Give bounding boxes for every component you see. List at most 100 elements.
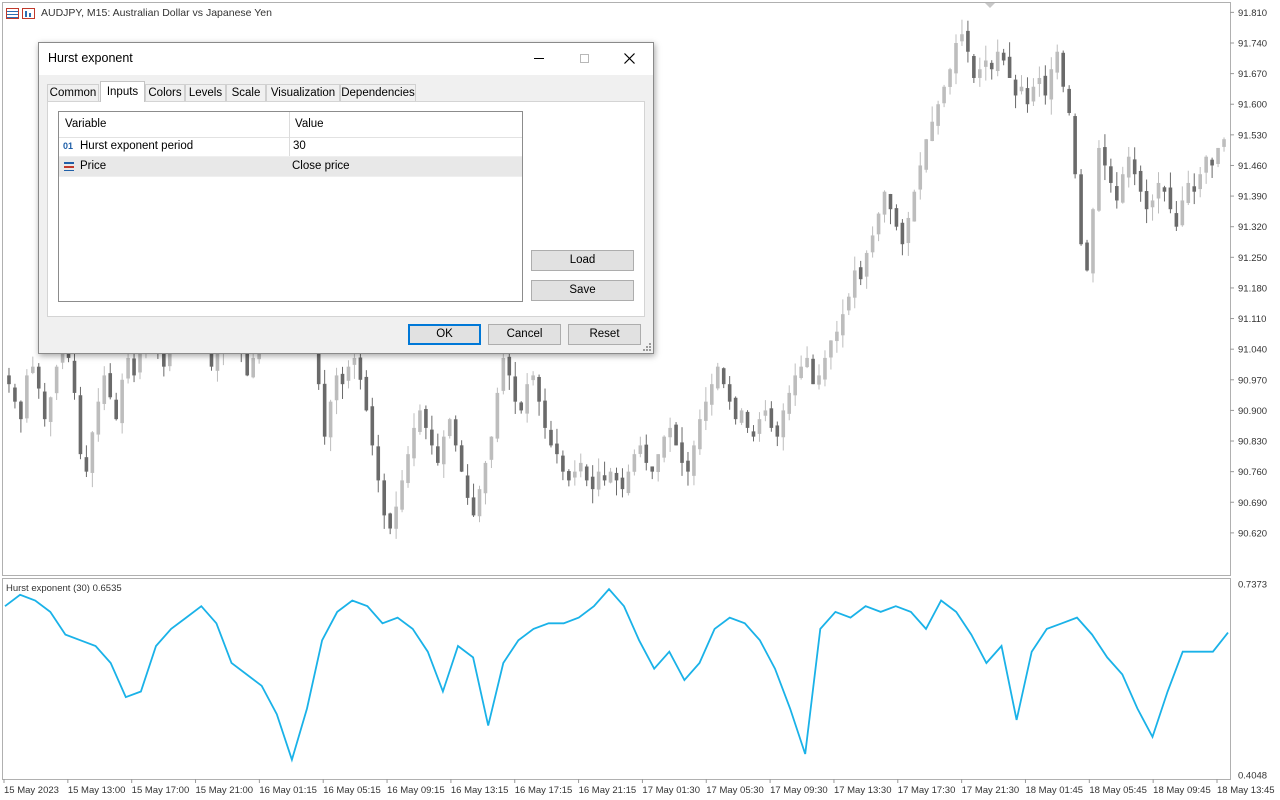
candle [936, 100, 940, 135]
candle [453, 415, 458, 452]
candle [1132, 147, 1137, 186]
candle [1031, 78, 1036, 106]
dialog-title-bar[interactable]: Hurst exponent [39, 43, 653, 75]
candle [626, 464, 631, 496]
chart-shift-marker[interactable] [985, 3, 995, 8]
candle [787, 385, 792, 421]
candle [465, 464, 470, 505]
candle [751, 425, 756, 442]
candle [686, 451, 690, 486]
cancel-button[interactable]: Cancel [488, 324, 561, 345]
candle [1043, 65, 1048, 105]
candle [489, 436, 494, 469]
candle [793, 363, 797, 406]
price-tick-label: 90.830 [1238, 437, 1267, 448]
tab-common[interactable]: Common [47, 84, 99, 101]
candle [590, 465, 595, 504]
price-tick-label: 91.740 [1238, 38, 1267, 49]
candle [322, 369, 327, 445]
input-value-period[interactable]: 30 [293, 140, 306, 152]
time-tick-label: 17 May 01:30 [642, 785, 700, 796]
input-row-price[interactable]: Price Close price [59, 157, 522, 177]
time-tick-label: 17 May 17:30 [898, 785, 956, 796]
candle [739, 408, 744, 426]
candle [1150, 194, 1155, 221]
candle [983, 45, 988, 81]
candle [900, 219, 905, 256]
candle [1085, 239, 1089, 272]
candle [36, 363, 41, 399]
resize-grip-icon[interactable] [642, 342, 652, 352]
candle [567, 469, 571, 487]
candle [90, 431, 95, 488]
candle [721, 367, 726, 389]
tab-visualization[interactable]: Visualization [266, 84, 340, 101]
candle [704, 387, 708, 431]
input-row-period[interactable]: 01 Hurst exponent period 30 [59, 137, 522, 157]
price-tick-label: 91.110 [1238, 314, 1266, 325]
candle [54, 364, 59, 400]
candle [858, 260, 863, 286]
candle [84, 445, 89, 478]
price-tick-label: 90.690 [1238, 498, 1267, 509]
ok-button[interactable]: OK [408, 324, 481, 345]
time-axis: 15 May 2023 15 May 13:00 15 May 17:00 15 Ma… [3, 779, 1275, 796]
candle [650, 466, 655, 480]
tab-dependencies[interactable]: Dependencies [340, 84, 416, 101]
candle [954, 34, 958, 85]
candle [543, 388, 547, 439]
candle [132, 350, 136, 383]
inputs-grid[interactable]: Variable Value 01 Hurst exponent period … [58, 111, 523, 302]
candle [1138, 165, 1143, 202]
tab-inputs[interactable]: Inputs [100, 81, 145, 102]
price-tick-label: 91.460 [1238, 161, 1267, 172]
reset-button[interactable]: Reset [568, 324, 641, 345]
tab-levels[interactable]: Levels [185, 84, 226, 101]
time-tick-label: 17 May 21:30 [962, 785, 1020, 796]
candle [1156, 172, 1161, 214]
candle [989, 60, 994, 80]
candle [763, 400, 768, 422]
save-button[interactable]: Save [531, 280, 634, 301]
dialog-title: Hurst exponent [48, 51, 133, 65]
candle [656, 454, 660, 482]
candle [424, 405, 428, 440]
candle [757, 412, 762, 442]
indicator-axis: 0.7373 0.4048 [1238, 580, 1267, 782]
candle [578, 453, 583, 478]
minimize-button[interactable] [517, 43, 561, 73]
candle [1204, 155, 1208, 184]
candle [930, 106, 934, 142]
price-tick-label: 90.620 [1238, 528, 1267, 539]
input-value-price[interactable]: Close price [292, 160, 350, 172]
time-tick-label: 16 May 17:15 [515, 785, 573, 796]
candle [1067, 85, 1071, 116]
grid-table-icon[interactable] [6, 7, 19, 19]
price-tick-label: 91.600 [1238, 100, 1267, 111]
candle [1174, 201, 1179, 231]
candle [662, 435, 666, 463]
candle [1120, 166, 1125, 204]
tab-scale[interactable]: Scale [226, 84, 266, 101]
close-button[interactable] [607, 43, 651, 73]
column-header-variable[interactable]: Variable [65, 118, 106, 130]
candle [823, 350, 827, 387]
tab-colors[interactable]: Colors [145, 84, 185, 101]
candle [709, 373, 714, 416]
candle [614, 467, 619, 496]
bar-chart-icon[interactable] [22, 7, 35, 19]
time-tick-label: 16 May 01:15 [259, 785, 317, 796]
load-button[interactable]: Load [531, 250, 634, 271]
candle [394, 491, 398, 539]
candle [1025, 77, 1030, 113]
candle [483, 460, 488, 505]
candle [48, 396, 53, 437]
candle [406, 446, 410, 488]
time-tick-label: 18 May 05:45 [1089, 785, 1147, 796]
candle [1091, 207, 1095, 283]
candle [537, 374, 541, 416]
column-header-value[interactable]: Value [295, 118, 324, 130]
indicator-properties-dialog[interactable]: Hurst exponent Common Inputs Colors Leve… [38, 42, 654, 354]
candle [251, 350, 255, 379]
candle [668, 417, 672, 452]
